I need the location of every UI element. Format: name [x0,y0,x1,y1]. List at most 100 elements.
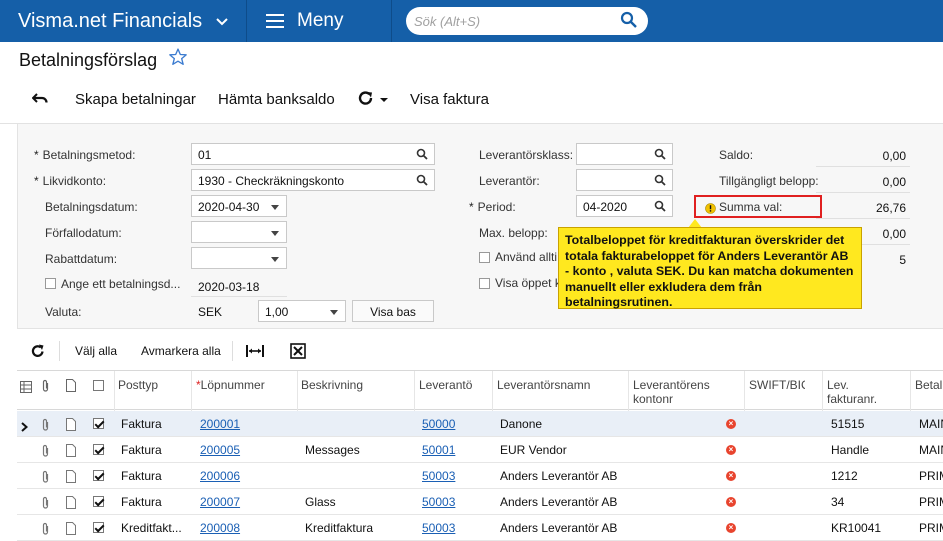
row-select-checkbox[interactable] [93,496,104,507]
search-icon[interactable] [416,148,428,163]
search-icon[interactable] [620,11,638,34]
fetch-bank-balance-button[interactable]: Hämta banksaldo [218,91,335,108]
column-header-type[interactable]: Posttyp [118,378,158,392]
row-description: Messages [305,443,360,457]
hamburger-icon [266,10,284,32]
table-row[interactable]: Faktura 200007 Glass 50003 Anders Leverantör… [17,489,943,515]
create-payments-button[interactable]: Skapa betalningar [75,91,196,108]
current-row-indicator-icon [21,419,29,437]
table-row[interactable]: Kreditfakt... 200008 Kreditfaktura 50003 And… [17,515,943,541]
row-supplier-name: Anders Leverantör AB [500,469,618,483]
column-divider [297,371,298,411]
undo-icon[interactable] [31,92,48,110]
search-icon[interactable] [416,174,428,189]
payment-date-field[interactable]: 2020-04-30 [191,195,287,217]
column-header-swift[interactable]: SWIFT/BIC [749,378,805,392]
attachment-icon[interactable] [41,496,50,515]
divider [191,296,287,297]
note-icon[interactable] [66,470,76,488]
attachment-icon[interactable] [41,470,50,489]
row-number-link[interactable]: 200007 [200,495,240,509]
balance-label: Saldo: [719,148,754,162]
column-header-number[interactable]: *Löpnummer [196,378,265,392]
supplier-class-field[interactable] [576,143,673,165]
error-icon: × [726,523,736,533]
row-number-link[interactable]: 200001 [200,417,240,431]
brand-menu[interactable]: Visma.net Financials [0,0,246,42]
chevron-down-icon[interactable] [330,310,338,315]
column-header-invoice-number[interactable]: Lev. fakturanr. [827,378,897,406]
period-field[interactable]: 04-2020 [576,195,673,217]
currency-rate-value: 1,00 [265,305,289,319]
select-all-button[interactable]: Välj alla [75,344,117,358]
column-header-supplier[interactable]: Leverantö [419,378,472,392]
attachment-icon[interactable] [41,522,50,541]
row-supplier-link[interactable]: 50003 [422,521,455,535]
row-select-checkbox[interactable] [93,470,104,481]
table-row[interactable]: Faktura 200005 Messages 50001 EUR Vendor × Han… [17,437,943,463]
select-all-checkbox[interactable] [93,380,104,391]
attachment-icon[interactable] [41,418,50,437]
note-icon[interactable] [66,496,76,514]
supplier-field[interactable] [576,169,673,191]
table-row[interactable]: Faktura 200001 50000 Danone × 51515 MAIN [17,411,943,437]
note-icon[interactable] [66,522,76,540]
row-supplier-link[interactable]: 50001 [422,443,455,457]
row-supplier-name: Danone [500,417,543,431]
row-supplier-name: EUR Vendor [500,443,567,457]
currency-value[interactable]: SEK [198,305,222,319]
refresh-icon[interactable] [31,344,45,361]
show-open-label: Visa öppet k [495,276,561,290]
attachment-icon[interactable] [41,444,50,463]
grid-settings-icon[interactable] [20,380,32,398]
discount-date-field[interactable] [191,247,287,269]
table-header: Posttyp *Löpnummer Beskrivning Leverantö… [17,370,943,411]
row-select-checkbox[interactable] [93,444,104,455]
enter-payment-date-checkbox[interactable] [45,278,56,289]
use-always-label: Använd allti [495,250,558,264]
refresh-dropdown-icon[interactable] [358,91,390,111]
row-select-checkbox[interactable] [93,522,104,533]
fit-columns-icon[interactable] [246,344,264,361]
cash-account-field[interactable]: 1930 - Checkräkningskonto [191,169,435,191]
payment-method-field[interactable]: 01 [191,143,435,165]
row-supplier-name: Anders Leverantör AB [500,521,618,535]
chevron-down-icon[interactable] [271,205,279,210]
note-icon[interactable] [66,418,76,436]
warning-icon[interactable] [705,201,716,219]
row-supplier-link[interactable]: 50000 [422,417,455,431]
row-supplier-link[interactable]: 50003 [422,495,455,509]
column-header-supplier-account[interactable]: Leverantörens kontonr [633,378,728,406]
supplier-class-label: Leverantörsklass: [479,148,574,162]
deselect-all-button[interactable]: Avmarkera alla [141,344,221,358]
menu-button[interactable]: Meny [266,0,343,42]
due-date-field[interactable] [191,221,287,243]
export-excel-icon[interactable] [290,343,306,362]
row-number-link[interactable]: 200008 [200,521,240,535]
column-header-payment[interactable]: Betal [915,378,943,392]
show-invoice-button[interactable]: Visa faktura [410,91,489,108]
table-row[interactable]: Faktura 200006 50003 Anders Leverantör AB × 1… [17,463,943,489]
search-input[interactable] [414,11,604,31]
row-invoice-number: KR10041 [831,521,882,535]
row-number-link[interactable]: 200006 [200,469,240,483]
star-icon[interactable] [168,47,188,72]
column-header-supplier-name[interactable]: Leverantörsnamn [497,378,590,392]
max-amount-label: Max. belopp: [479,226,548,240]
search-icon[interactable] [654,148,666,163]
chevron-down-icon[interactable] [271,257,279,262]
row-supplier-link[interactable]: 50003 [422,469,455,483]
show-open-checkbox[interactable] [479,278,490,289]
use-always-checkbox[interactable] [479,252,490,263]
search-icon[interactable] [654,200,666,215]
show-base-button[interactable]: Visa bas [352,300,434,322]
search-icon[interactable] [654,174,666,189]
row-select-checkbox[interactable] [93,418,104,429]
row-payment: PRIM [919,495,943,509]
column-header-description[interactable]: Beskrivning [301,378,363,392]
chevron-down-icon[interactable] [271,231,279,236]
row-number-link[interactable]: 200005 [200,443,240,457]
currency-rate-field[interactable]: 1,00 [258,300,346,322]
note-icon[interactable] [66,444,76,462]
page-title: Betalningsförslag [19,50,158,70]
